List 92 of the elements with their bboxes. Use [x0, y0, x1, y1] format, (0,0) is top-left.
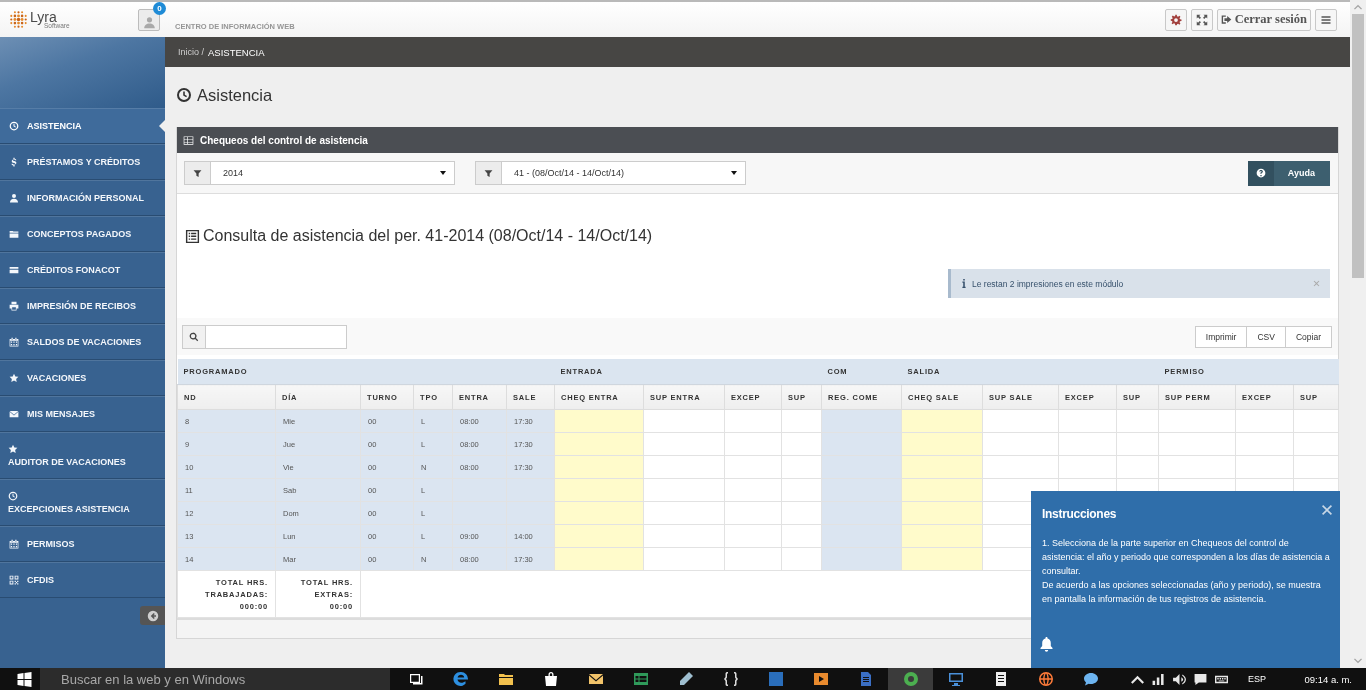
star-icon [8, 443, 18, 454]
sidebar-item[interactable]: PRÉSTAMOS Y CRÉDITOS [0, 144, 165, 180]
close-icon[interactable] [1322, 505, 1332, 515]
settings-button[interactable] [1164, 8, 1187, 31]
logo-text: Lyra [30, 9, 57, 24]
menu-button[interactable] [1315, 8, 1337, 31]
star-icon [9, 372, 19, 383]
alert-text: Le restan 2 impresiones en este módulo [972, 278, 1124, 289]
scrollbar-thumb[interactable] [1352, 14, 1364, 278]
table-icon [183, 134, 194, 146]
export-button[interactable]: Imprimir [1194, 325, 1248, 348]
sidebar-item[interactable]: AUDITOR DE VACACIONES [0, 432, 165, 479]
panel-title: Chequeos del control de asistencia [200, 134, 368, 146]
user-button[interactable] [138, 8, 160, 31]
app-tile-icon [767, 671, 784, 687]
sign-out-icon [1220, 14, 1232, 25]
caret-up-icon[interactable] [1131, 673, 1144, 685]
menu-icon [1320, 13, 1332, 26]
report-title: Consulta de asistencia del per. 41-2014 (08/Oct/14 - 14/Oct/14) [203, 227, 653, 245]
list-icon [185, 228, 200, 244]
pen-icon [677, 671, 694, 687]
folder-icon [9, 228, 19, 239]
volume-icon[interactable] [1173, 673, 1186, 685]
clock-icon [9, 120, 19, 131]
monitor-icon [947, 671, 964, 687]
shopping-bag-icon [542, 671, 559, 687]
sidebar-item[interactable]: ASISTENCIA [0, 108, 165, 144]
credit-card-icon [9, 264, 19, 275]
signal-bars-icon[interactable] [1152, 673, 1165, 685]
dotted-globe-icon [9, 10, 28, 29]
search-field[interactable] [206, 324, 347, 349]
export-button[interactable]: CSV [1246, 325, 1286, 348]
bell-icon[interactable] [1040, 637, 1053, 652]
breadcrumb-current: ASISTENCIA [208, 46, 265, 58]
calendar-icon [9, 538, 19, 549]
page-title: Asistencia [197, 85, 273, 105]
play-icon [812, 671, 829, 687]
sidebar-item[interactable]: CRÉDITOS FONACOT [0, 252, 165, 288]
user-icon [9, 192, 19, 203]
clock-icon [176, 87, 192, 103]
fullscreen-button[interactable] [1190, 8, 1213, 31]
sidebar-item[interactable]: CFDIS [0, 562, 165, 598]
caret-down-icon [439, 169, 447, 177]
envelope-icon [9, 408, 19, 419]
popup-paragraph: De acuerdo a las opciones seleccionadas (año y periodo), se muestra en pantalla la información de tus registros de asistencia. [1042, 579, 1322, 606]
sidebar-item[interactable]: EXCEPCIONES ASISTENCIA [0, 479, 165, 526]
filter-icon [184, 161, 210, 185]
help-button[interactable]: Ayuda [1247, 160, 1330, 186]
collapse-button[interactable] [140, 606, 165, 625]
search-icon [182, 324, 206, 349]
sidebar-item[interactable]: IMPRESIÓN DE RECIBOS [0, 288, 165, 324]
envelope-icon [587, 671, 604, 687]
question-icon [1247, 160, 1274, 186]
task-view-icon [407, 671, 424, 687]
sidebar-item[interactable]: MIS MENSAJES [0, 396, 165, 432]
user-icon [142, 15, 156, 29]
keyboard-icon[interactable] [1215, 673, 1228, 685]
chat-icon [1082, 671, 1099, 687]
qr-code-icon [9, 574, 19, 585]
popup-title: Instrucciones [1042, 507, 1117, 521]
taskbar-clock[interactable]: 09:14 a. m. [1304, 673, 1352, 685]
filter-select[interactable]: 2014 [210, 161, 455, 185]
sidebar-item[interactable]: INFORMACIÓN PERSONAL [0, 180, 165, 216]
breadcrumb-link[interactable]: Inicio / [178, 47, 204, 57]
ring-icon [902, 671, 919, 687]
popup-paragraph: 1. Selecciona de la parte superior en Chequeos del control de asistencia: el año y periodo que corresponden a los días de asistencia a consultar. [1042, 537, 1330, 578]
sidebar-item[interactable]: CONCEPTOS PAGADOS [0, 216, 165, 252]
search-field[interactable]: Buscar en la web y en Windows [40, 668, 390, 690]
language-indicator[interactable]: ESP [1248, 674, 1266, 684]
globe-icon [1037, 671, 1054, 687]
filter-icon [475, 161, 501, 185]
speech-bubble-icon[interactable] [1194, 673, 1207, 685]
calendar-icon [9, 336, 19, 347]
sidebar-item[interactable]: PERMISOS [0, 526, 165, 562]
notification-badge: 0 [153, 1, 166, 15]
info-icon [962, 279, 966, 288]
expand-arrows-icon [1195, 13, 1208, 26]
spreadsheet-icon [632, 671, 649, 687]
settings-icon [1169, 13, 1182, 26]
sidebar-item[interactable]: VACACIONES [0, 360, 165, 396]
four-panes-icon[interactable] [17, 671, 32, 687]
dollar-icon [9, 156, 19, 167]
logout-button[interactable]: Cerrar sesión [1216, 8, 1311, 31]
sidebar-item[interactable]: SALDOS DE VACACIONES [0, 324, 165, 360]
filter-select[interactable]: 41 - (08/Oct/14 - 14/Oct/14) [501, 161, 746, 185]
caret-down-icon [730, 169, 738, 177]
clock-icon [8, 490, 18, 501]
folder-icon [497, 671, 514, 687]
braces-icon [722, 671, 739, 687]
printer-icon [9, 300, 19, 311]
browser-icon [452, 671, 469, 687]
export-button[interactable]: Copiar [1284, 325, 1332, 348]
